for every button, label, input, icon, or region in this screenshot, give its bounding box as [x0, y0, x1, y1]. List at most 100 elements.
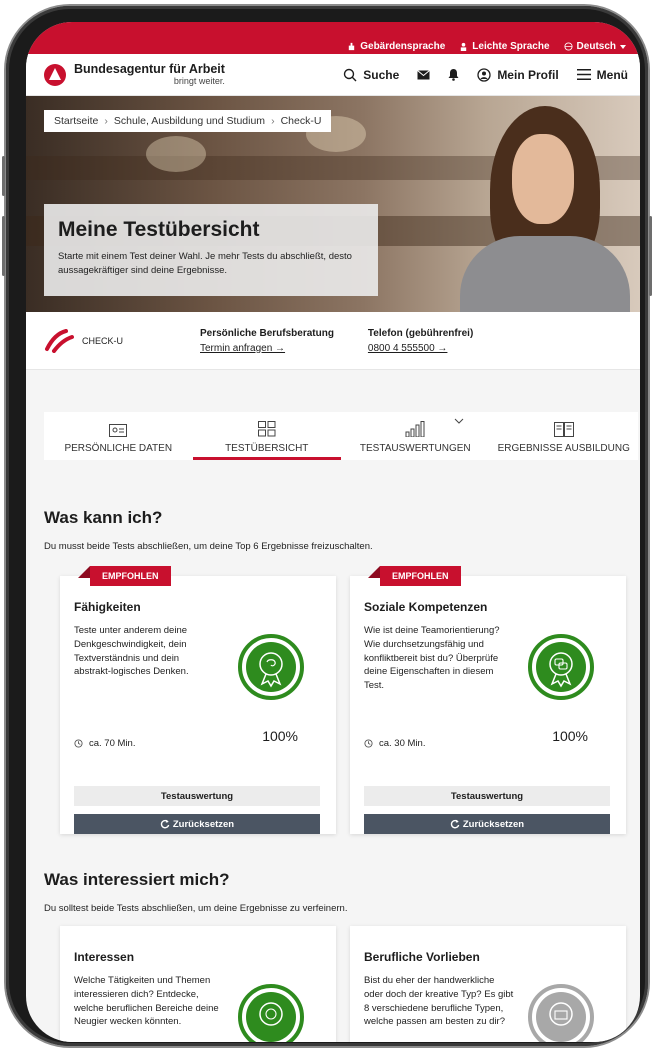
profile-button[interactable]: Mein Profil [477, 67, 559, 82]
recommended-badge: EMPFOHLEN [78, 566, 171, 586]
page-title: Meine Testübersicht [58, 218, 260, 241]
checku-logo-icon [45, 328, 74, 353]
card-description: Teste unter anderem deine Denkgeschwindi… [74, 625, 189, 678]
consultation-block: Persönliche Berufsberatung Termin anfrag… [200, 326, 334, 356]
mail-icon [417, 69, 431, 79]
phone-block: Telefon (gebührenfrei) 0800 4 555500 → [368, 326, 473, 356]
tab-test-evaluations[interactable]: TESTAUSWERTUNGEN [341, 412, 490, 460]
notifications-button[interactable] [448, 68, 459, 81]
bell-icon [448, 69, 459, 81]
sign-language-label: Gebärdensprache [360, 41, 446, 52]
breadcrumb-separator-icon: › [104, 115, 108, 127]
brand-logo-text[interactable]: Bundesagentur für Arbeit bringt weiter. [74, 63, 225, 87]
progress-percent: 100% [262, 728, 298, 744]
section-description-abilities: Du musst beide Tests abschließen, um dei… [44, 541, 373, 552]
clock-icon [74, 739, 83, 748]
mail-button[interactable] [417, 69, 431, 80]
hand-icon [349, 42, 355, 51]
hero-light [146, 136, 206, 172]
card-title: Fähigkeiten [74, 600, 141, 614]
phone-frame: Gebärdensprache Leichte Sprache Deutsch … [2, 6, 652, 1046]
menu-button[interactable]: Menü [576, 67, 628, 82]
card-title: Berufliche Vorlieben [364, 950, 480, 964]
hero-banner: Startseite › Schule, Ausbildung und Stud… [26, 96, 640, 312]
hero-person-body [460, 236, 630, 312]
easy-language-link[interactable]: Leichte Sprache [459, 41, 550, 52]
tab-test-overview[interactable]: TESTÜBERSICHT [192, 412, 341, 460]
utility-bar: Gebärdensprache Leichte Sprache Deutsch [26, 22, 640, 54]
section-title-interests: Was interessiert mich? [44, 870, 230, 889]
phone-side-button [2, 216, 5, 276]
card-description: Wie ist deine Teamorientierung? Wie durc… [364, 625, 500, 692]
recommended-badge: EMPFOHLEN [368, 566, 461, 586]
search-label: Suche [363, 67, 400, 82]
appointment-link[interactable]: Termin anfragen → [200, 343, 285, 354]
tab-training-results-label: ERGEBNISSE AUSBILDUNG [497, 443, 630, 454]
header-nav: Suche Mein Profil Menü [343, 68, 628, 82]
reset-label: Zurücksetzen [172, 818, 235, 830]
breadcrumb-separator-icon: › [271, 115, 275, 127]
dashboard-icon [257, 421, 276, 437]
briefcase-medal-icon [528, 984, 594, 1042]
easy-language-icon [461, 42, 467, 51]
phone-title: Telefon (gebührenfrei) [367, 327, 474, 339]
test-evaluation-button[interactable]: Testauswertung [364, 786, 610, 806]
test-evaluation-button[interactable]: Testauswertung [74, 786, 320, 806]
speech-medal-icon [528, 634, 594, 700]
profile-label: Mein Profil [497, 67, 559, 82]
bar-chart-icon [405, 421, 425, 437]
site-header: Bundesagentur für Arbeit bringt weiter. … [26, 54, 640, 96]
card-description: Bist du eher der handwerkliche oder doch… [364, 975, 514, 1028]
checku-logo[interactable]: CHECK-U [44, 328, 200, 353]
breadcrumb: Startseite › Schule, Ausbildung und Stud… [44, 110, 332, 132]
hero-text-box: Meine Testübersicht Starte mit einem Tes… [44, 204, 378, 296]
phone-side-button [649, 216, 652, 296]
brand-logo-icon[interactable] [44, 63, 66, 86]
globe-medal-icon [238, 984, 304, 1042]
test-card-interests: Interessen Welche Tätigkeiten und Themen… [60, 926, 336, 1042]
consultation-title: Persönliche Berufsberatung [200, 327, 334, 339]
sign-language-link[interactable]: Gebärdensprache [347, 41, 445, 52]
user-circle-icon [477, 67, 491, 82]
tab-training-results[interactable]: ERGEBNISSE AUSBILDUNG [490, 412, 639, 460]
tab-test-overview-label: TESTÜBERSICHT [225, 443, 309, 454]
test-tabs: PERSÖNLICHE DATEN TESTÜBERSICHT TESTAUSW… [44, 412, 638, 460]
hero-description: Starte mit einem Test deiner Wahl. Je me… [58, 251, 352, 276]
language-selector[interactable]: Deutsch [563, 41, 626, 52]
language-label: Deutsch [576, 41, 616, 52]
reset-label: Zurücksetzen [462, 818, 525, 830]
refresh-icon [160, 819, 170, 829]
clock-icon [364, 739, 373, 748]
id-card-icon [109, 424, 128, 437]
test-card-vocational-preferences: Berufliche Vorlieben Bist du eher der ha… [350, 926, 626, 1042]
reset-button[interactable]: Zurücksetzen [364, 814, 610, 834]
checku-contact-strip: CHECK-U Persönliche Berufsberatung Termi… [26, 312, 640, 370]
menu-label: Menü [596, 67, 628, 82]
easy-language-label: Leichte Sprache [472, 41, 550, 52]
tab-personal-data[interactable]: PERSÖNLICHE DATEN [44, 412, 193, 460]
search-icon [344, 68, 357, 81]
brain-medal-icon [238, 634, 304, 700]
card-title: Soziale Kompetenzen [364, 600, 488, 614]
progress-percent: 100% [552, 728, 588, 744]
app-screen: Gebärdensprache Leichte Sprache Deutsch … [26, 22, 640, 1042]
hamburger-icon [576, 69, 591, 80]
chevron-down-icon[interactable] [454, 418, 464, 424]
brand-title: Bundesagentur für Arbeit [74, 61, 225, 76]
caret-down-icon [620, 44, 626, 49]
test-duration: ca. 30 Min. [364, 738, 425, 749]
brand-subtitle: bringt weiter. [173, 76, 225, 87]
breadcrumb-item-school[interactable]: Schule, Ausbildung und Studium [114, 115, 265, 127]
section-description-interests: Du solltest beide Tests abschließen, um … [44, 903, 348, 914]
test-card-abilities: EMPFOHLEN Fähigkeiten Teste unter andere… [60, 566, 336, 834]
search-button[interactable]: Suche [343, 68, 399, 82]
breadcrumb-item-home[interactable]: Startseite [54, 115, 98, 127]
test-duration: ca. 70 Min. [74, 738, 135, 749]
phone-link[interactable]: 0800 4 555500 → [368, 343, 448, 354]
tab-test-evaluations-label: TESTAUSWERTUNGEN [359, 443, 471, 454]
reset-button[interactable]: Zurücksetzen [74, 814, 320, 834]
refresh-icon [450, 819, 460, 829]
checku-logo-text: CHECK-U [82, 335, 124, 346]
section-title-abilities: Was kann ich? [44, 508, 163, 527]
phone-side-button [2, 156, 5, 196]
